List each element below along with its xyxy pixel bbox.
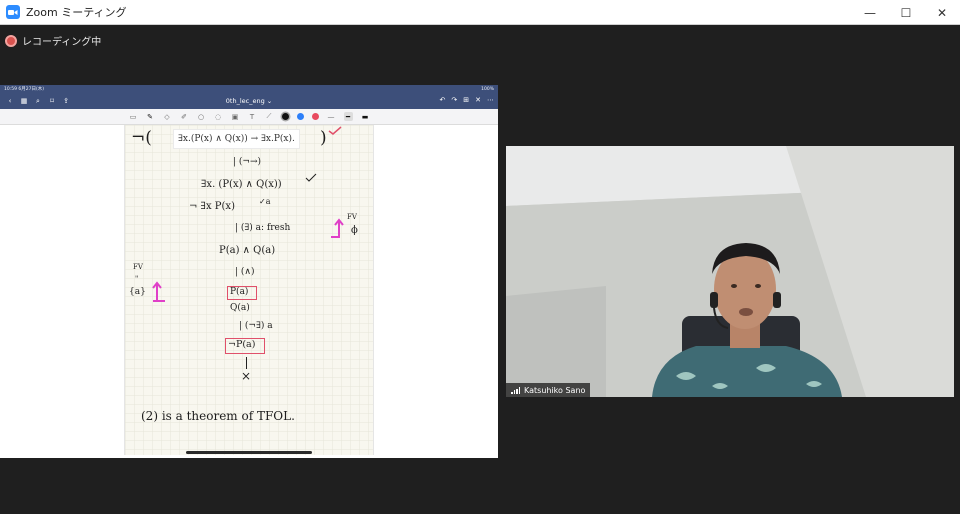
text-icon[interactable]: T — [248, 112, 257, 121]
pen-icon[interactable]: ✎ — [146, 112, 155, 121]
stroke-thick-icon[interactable]: ▬ — [361, 112, 370, 121]
proof-line-6: ¬P(a) — [228, 339, 256, 350]
color-swatch-black[interactable] — [281, 113, 289, 120]
proof-line-4: P(a) — [230, 287, 249, 297]
ipad-toolbar: ▭ ✎ ◇ ✐ ○ ◌ ▣ T ⟋ — ━ ▬ — [0, 109, 498, 125]
closed-branch-mark: × — [241, 369, 252, 383]
undo-icon[interactable]: ↶ — [440, 96, 446, 104]
status-battery: 100% — [481, 86, 494, 92]
video-frame — [506, 146, 954, 397]
color-swatch-blue[interactable] — [296, 113, 304, 120]
window-titlebar: Zoom ミーティング — ☐ ✕ — [0, 0, 960, 25]
check-mark-icon — [305, 173, 317, 182]
close-button[interactable]: ✕ — [924, 0, 960, 25]
shared-screen[interactable]: 10:59 6月27日(木) 100% ‹ ▦ ⌕ ⌑ ⇪ 0th_lec_en… — [0, 85, 498, 458]
image-icon[interactable]: ▣ — [231, 112, 240, 121]
proof-line-5: Q(a) — [230, 303, 250, 313]
notebook-page[interactable]: ¬( ∃x.(P(x) ∧ Q(x)) → ∃x.P(x). ) | (¬→) … — [124, 125, 374, 455]
rule-neg-impl: | (¬→) — [233, 157, 261, 167]
participant-nameplate: Katsuhiko Sano — [506, 383, 591, 397]
highlighter-icon[interactable]: ✐ — [180, 112, 189, 121]
check-mark-icon — [328, 126, 342, 135]
arrow-up-icon — [331, 218, 344, 238]
eraser-icon[interactable]: ◇ — [163, 112, 172, 121]
home-indicator — [186, 451, 312, 454]
ipad-status-bar: 10:59 6月27日(木) 100% — [0, 85, 498, 93]
left-fv-label: FV — [133, 263, 143, 271]
left-set-label: {a} — [129, 287, 146, 297]
zoom-logo-icon — [6, 5, 20, 19]
document-title[interactable]: 0th_lec_eng ⌄ — [0, 97, 498, 105]
proof-line-2: ¬ ∃x P(x) — [189, 201, 235, 212]
recording-indicator[interactable]: レコーディング中 — [5, 33, 101, 48]
side-phi-label: ϕ — [351, 225, 358, 236]
more-icon[interactable]: ⋯ — [487, 96, 494, 104]
proof-line-1: ∃x. (P(x) ∧ Q(x)) — [201, 179, 282, 190]
branch-line — [246, 357, 247, 369]
conclusion-text: (2) is a theorem of TFOL. — [141, 409, 295, 423]
pages-icon[interactable]: ▭ — [129, 112, 138, 121]
closing-paren: ) — [320, 128, 327, 148]
rule-and: | (∧) — [235, 267, 255, 277]
maximize-button[interactable]: ☐ — [888, 0, 924, 25]
formula-image: ∃x.(P(x) ∧ Q(x)) → ∃x.P(x). — [173, 129, 300, 149]
rule-neg-exists: | (¬∃) a — [239, 321, 273, 331]
status-time: 10:59 6月27日(木) — [4, 87, 45, 92]
minimize-button[interactable]: — — [852, 0, 888, 25]
left-ditto-mark: " — [135, 275, 139, 283]
lasso-icon[interactable]: ○ — [197, 112, 206, 121]
close-icon[interactable]: ✕ — [475, 96, 481, 104]
redo-icon[interactable]: ↷ — [451, 96, 457, 104]
proof-line-3: P(a) ∧ Q(a) — [219, 245, 276, 256]
color-swatch-red[interactable] — [311, 113, 319, 120]
record-icon — [5, 34, 17, 47]
ipad-nav-bar: ‹ ▦ ⌕ ⌑ ⇪ 0th_lec_eng ⌄ ↶ ↷ ⊞ ✕ ⋯ — [0, 93, 498, 109]
participant-name: Katsuhiko Sano — [524, 385, 586, 395]
add-page-icon[interactable]: ⊞ — [463, 96, 469, 104]
recording-label: レコーディング中 — [22, 37, 102, 48]
stroke-medium-icon[interactable]: ━ — [343, 112, 353, 121]
participant-video[interactable]: Katsuhiko Sano — [506, 146, 954, 397]
check-a-mark: ✓a — [259, 197, 271, 206]
laser-pointer-icon[interactable]: ⟋ — [265, 112, 274, 121]
arrow-up-icon — [152, 281, 165, 302]
negation-open: ¬( — [131, 128, 152, 148]
stroke-thin-icon[interactable]: — — [327, 112, 336, 121]
signal-strength-icon — [511, 386, 520, 394]
side-fv-label: FV — [347, 213, 357, 221]
window-title: Zoom ミーティング — [26, 6, 127, 19]
shapes-icon[interactable]: ◌ — [214, 112, 223, 121]
rule-exists: | (∃) a: fresh — [235, 223, 291, 233]
